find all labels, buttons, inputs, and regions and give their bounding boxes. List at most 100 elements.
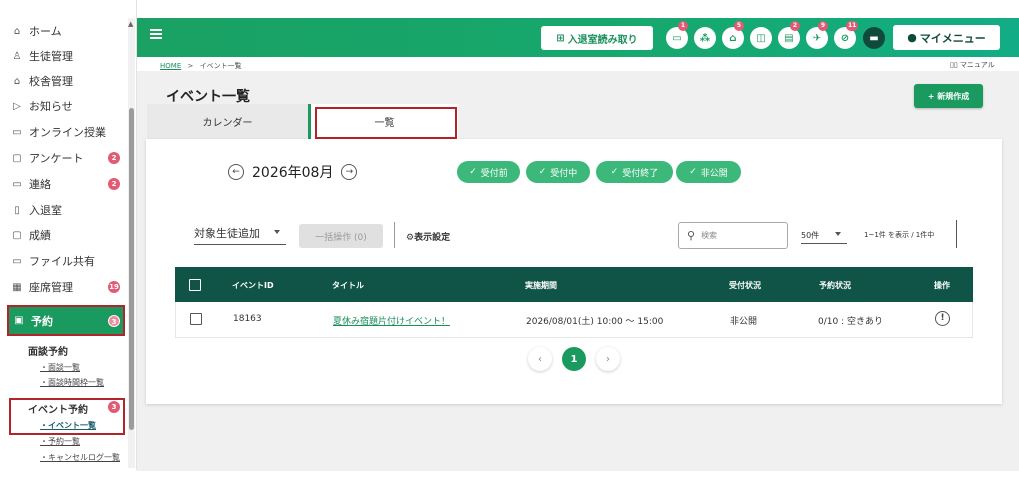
manual-link[interactable]: ▯▯ マニュアル xyxy=(950,60,995,70)
menu-icon[interactable] xyxy=(150,29,162,31)
prev-page-button[interactable]: ‹ xyxy=(528,347,552,371)
sidebar-item-notices[interactable]: ▷ お知らせ xyxy=(0,94,128,118)
next-page-button[interactable]: › xyxy=(596,347,620,371)
info-icon[interactable]: ! xyxy=(935,311,950,326)
school-icon: ⌂ xyxy=(13,75,21,87)
sidebar-item-label: オンライン授業 xyxy=(29,126,106,139)
cancel-log-link[interactable]: ・キャンセルログ一覧 xyxy=(40,452,120,463)
interview-slot-link[interactable]: ・面談時間枠一覧 xyxy=(40,377,104,388)
calendar-icon[interactable]: ▤ 2 xyxy=(778,21,800,49)
sidebar-item-contact[interactable]: ▭ 連絡 2 xyxy=(0,172,128,196)
seat-icon: ▦ xyxy=(12,281,22,293)
group-icon[interactable]: ⁂ xyxy=(694,27,716,49)
column-header-action: 操作 xyxy=(934,281,950,290)
filter-chip-private[interactable]: ✓ 非公開 xyxy=(676,161,741,183)
breadcrumb-separator: > xyxy=(187,62,194,70)
grade-icon: ▢ xyxy=(12,229,22,241)
cell-reception: 非公開 xyxy=(730,317,758,327)
column-header-id[interactable]: イベントID xyxy=(232,280,274,291)
scrollbar-thumb[interactable] xyxy=(129,108,134,430)
flight-icon[interactable]: ✈ 9 xyxy=(806,21,828,49)
sidebar-item-home[interactable]: ⌂ ホーム xyxy=(0,19,128,43)
page-number-current[interactable]: 1 xyxy=(562,347,586,371)
sidebar-item-entry[interactable]: ▯ 入退室 xyxy=(0,198,128,222)
sidebar-item-label: お知らせ xyxy=(29,100,73,113)
badge: 2 xyxy=(108,178,120,190)
search-input[interactable]: ⚲ 検索 xyxy=(678,222,788,249)
result-count: 1~1件 を表示 / 1件中 xyxy=(864,231,935,239)
student-icon: ♙ xyxy=(12,50,22,62)
calendar-icon: ▣ xyxy=(14,315,24,326)
gift-icon[interactable]: ◫ xyxy=(750,27,772,49)
block-icon[interactable]: ⊘ 11 xyxy=(834,21,859,49)
sidebar-item-seats[interactable]: ▦ 座席管理 19 xyxy=(0,275,128,299)
display-settings-button[interactable]: ⚙表示設定 xyxy=(406,230,450,243)
sidebar-item-files[interactable]: ▭ ファイル共有 xyxy=(0,249,128,273)
select-all-checkbox[interactable] xyxy=(189,279,201,291)
sidebar-item-schools[interactable]: ⌂ 校舎管理 xyxy=(0,69,128,93)
sidebar-item-label: 連絡 xyxy=(29,178,51,191)
sidebar-item-students[interactable]: ♙ 生徒管理 xyxy=(0,44,128,68)
per-page-select[interactable]: 50件 xyxy=(801,230,819,241)
column-header-title[interactable]: タイトル xyxy=(332,280,364,291)
home-icon: ⌂ xyxy=(13,25,21,37)
chevron-down-icon[interactable] xyxy=(835,232,841,236)
sidebar-item-reservation[interactable]: ▣ 予約 3 xyxy=(7,305,125,336)
gear-icon: ⚙ xyxy=(406,233,415,243)
online-icon: ▭ xyxy=(12,126,22,138)
breadcrumb: HOME > イベント一覧 xyxy=(160,61,242,71)
survey-icon: ▢ xyxy=(12,152,22,164)
tab-calendar[interactable]: カレンダー xyxy=(147,104,308,139)
sidebar-item-label: 校舎管理 xyxy=(29,75,73,88)
sidebar-item-online[interactable]: ▭ オンライン授業 xyxy=(0,120,128,144)
chat-icon[interactable]: ▭ 1 xyxy=(666,21,688,49)
table-header: イベントID タイトル 実施期間 受付状況 予約状況 操作 xyxy=(175,267,973,302)
filter-label: 受付終了 xyxy=(622,168,659,179)
cell-reservation: 0/10 : 空きあり xyxy=(818,317,883,327)
sidebar-item-label: 座席管理 xyxy=(29,281,73,294)
sidebar-item-grades[interactable]: ▢ 成績 xyxy=(0,223,128,247)
month-label: 2026年08月 xyxy=(252,165,334,181)
my-menu-button[interactable]: ● マイメニュー xyxy=(893,25,1000,50)
reservation-list-link[interactable]: ・予約一覧 xyxy=(40,436,80,447)
message-icon: ▭ xyxy=(12,178,22,190)
group-glyph: ⁂ xyxy=(699,32,711,44)
filter-label: 非公開 xyxy=(700,168,728,179)
chevron-down-icon[interactable] xyxy=(274,230,280,234)
school-icon[interactable]: ⌂ 5 xyxy=(722,21,744,49)
folder-icon: ▭ xyxy=(12,255,22,267)
qr-entry-label: 入退室読み取り xyxy=(567,34,638,46)
message-icon[interactable]: ▬ xyxy=(863,27,885,49)
highlight-box xyxy=(315,107,457,139)
column-header-period[interactable]: 実施期間 xyxy=(525,280,557,291)
block-glyph: ⊘ xyxy=(840,32,850,44)
account-icon: ● xyxy=(907,31,917,44)
manual-label: マニュアル xyxy=(959,61,995,69)
table-row: 18163 夏休み宿題片付けイベント！ 2026/08/01(土) 10:00 … xyxy=(175,302,973,338)
filter-chip-open[interactable]: ✓ 受付中 xyxy=(526,161,590,183)
row-checkbox[interactable] xyxy=(190,313,202,325)
my-menu-label: マイメニュー xyxy=(919,31,986,45)
bulk-action-button[interactable]: 一括操作 (0) xyxy=(299,224,383,248)
tab-calendar-label: カレンダー xyxy=(202,118,253,129)
column-header-reservation[interactable]: 予約状況 xyxy=(819,280,851,291)
new-create-button[interactable]: + 新規作成 xyxy=(914,84,983,108)
badge: 9 xyxy=(818,21,828,31)
cell-title-link[interactable]: 夏休み宿題片付けイベント！ xyxy=(333,314,450,327)
select-underline xyxy=(801,243,847,244)
interview-list-link[interactable]: ・面談一覧 xyxy=(40,362,80,373)
target-add-select[interactable]: 対象生徒追加 xyxy=(194,225,260,241)
prev-month-icon[interactable]: ← xyxy=(228,164,244,180)
filter-chip-before[interactable]: ✓ 受付前 xyxy=(457,161,520,183)
scroll-up-icon[interactable]: ▲ xyxy=(128,20,133,28)
sidebar-item-survey[interactable]: ▢ アンケート 2 xyxy=(0,146,128,170)
qr-entry-button[interactable]: ⊞ 入退室読み取り xyxy=(541,26,653,50)
select-underline xyxy=(194,244,286,245)
check-icon: ✓ xyxy=(689,167,697,177)
school-glyph: ⌂ xyxy=(729,32,737,44)
column-header-reception[interactable]: 受付状況 xyxy=(729,280,761,291)
next-month-icon[interactable]: → xyxy=(341,164,358,180)
breadcrumb-home[interactable]: HOME xyxy=(160,62,181,70)
filter-chip-closed[interactable]: ✓ 受付終了 xyxy=(596,161,673,183)
divider xyxy=(394,222,395,248)
